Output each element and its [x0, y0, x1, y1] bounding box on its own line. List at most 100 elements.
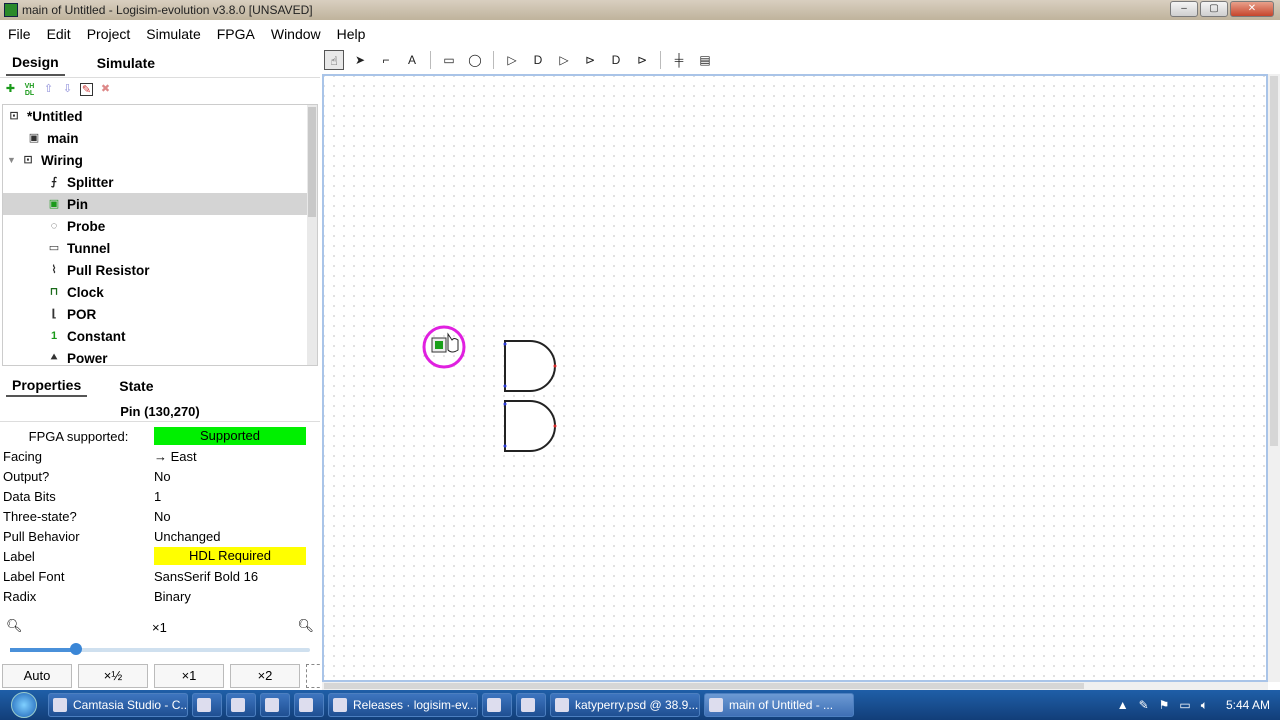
move-down-icon[interactable]: ⇩ — [61, 83, 74, 96]
tree-scroll-thumb[interactable] — [308, 107, 316, 217]
property-row: Radix Binary — [2, 586, 308, 606]
tree-item-por[interactable]: ⌊ POR — [3, 303, 317, 325]
tree-item-untitled[interactable]: ⊡ *Untitled — [3, 105, 317, 127]
poke-tool-icon[interactable]: ☝ — [324, 50, 344, 70]
and-gate-icon[interactable]: D — [528, 50, 548, 70]
menu-simulate[interactable]: Simulate — [138, 26, 208, 42]
taskbar-item[interactable]: Releases · logisim-ev... — [328, 693, 478, 717]
gate-2-input-a[interactable] — [503, 402, 507, 406]
zoom-two-button[interactable]: ×2 — [230, 664, 300, 688]
canvas-vertical-scrollbar[interactable] — [1268, 74, 1280, 682]
and-gate-1[interactable] — [504, 340, 556, 392]
canvas-horizontal-scrollbar[interactable] — [322, 682, 1268, 690]
gate-2-output[interactable] — [553, 424, 557, 428]
maximize-button[interactable]: ▢ — [1200, 1, 1228, 17]
property-row: Three-state? No — [2, 506, 308, 526]
property-value[interactable]: No — [154, 469, 306, 484]
zoom-slider[interactable] — [10, 643, 310, 655]
windows-taskbar: Camtasia Studio - C... Releases · logisim… — [0, 690, 1280, 720]
tree-scrollbar[interactable] — [307, 105, 317, 365]
property-value[interactable]: HDL Required — [154, 547, 306, 565]
buffer-icon[interactable]: ▷ — [554, 50, 574, 70]
property-value[interactable]: Supported — [154, 427, 306, 445]
property-value[interactable]: 1 — [154, 489, 306, 504]
zoom-out-icon[interactable]: 🔍︎ — [6, 618, 23, 634]
taskbar-item[interactable] — [192, 693, 222, 717]
and-gate-2[interactable] — [504, 400, 556, 452]
minimize-button[interactable]: – — [1170, 1, 1198, 17]
nor-gate-icon[interactable]: ⊳ — [632, 50, 652, 70]
tray-arrow-icon[interactable]: ▲ — [1117, 698, 1129, 712]
property-value[interactable]: Binary — [154, 589, 306, 604]
tab-simulate[interactable]: Simulate — [91, 51, 161, 75]
move-up-icon[interactable]: ⇧ — [42, 83, 55, 96]
property-value[interactable]: → East — [154, 449, 306, 464]
tree-item-clock[interactable]: ⊓ Clock — [3, 281, 317, 303]
tree-item-pull-resistor[interactable]: ⌇ Pull Resistor — [3, 259, 317, 281]
tray-pen-icon[interactable]: ✎ — [1139, 698, 1149, 712]
tree-item-constant[interactable]: 1 Constant — [3, 325, 317, 347]
input-pin-icon[interactable]: ▭ — [439, 50, 459, 70]
menu-edit[interactable]: Edit — [39, 26, 79, 42]
property-value[interactable]: SansSerif Bold 16 — [154, 569, 306, 584]
property-row: Output? No — [2, 466, 308, 486]
gate-1-output[interactable] — [553, 364, 557, 368]
text-tool-icon[interactable]: A — [402, 50, 422, 70]
taskbar-item[interactable] — [226, 693, 256, 717]
canvas-hscroll-thumb[interactable] — [324, 683, 1084, 689]
splitter-tool-icon[interactable]: ╪ — [669, 50, 689, 70]
taskbar-item[interactable] — [294, 693, 324, 717]
delete-icon[interactable]: ✖ — [99, 83, 112, 96]
tree-item-wiring[interactable]: ▼ ⊡ Wiring — [3, 149, 317, 171]
subcircuit-icon[interactable]: ▤ — [695, 50, 715, 70]
zoom-half-button[interactable]: ×½ — [78, 664, 148, 688]
menu-fpga[interactable]: FPGA — [209, 26, 263, 42]
circuit-canvas[interactable] — [322, 74, 1268, 682]
menu-file[interactable]: File — [0, 26, 39, 42]
zoom-one-button[interactable]: ×1 — [154, 664, 224, 688]
not-gate-icon[interactable]: ▷ — [502, 50, 522, 70]
menu-window[interactable]: Window — [263, 26, 329, 42]
close-button[interactable]: ✕ — [1230, 1, 1274, 17]
property-value[interactable]: No — [154, 509, 306, 524]
menu-project[interactable]: Project — [79, 26, 139, 42]
taskbar-item[interactable] — [482, 693, 512, 717]
taskbar-item[interactable] — [516, 693, 546, 717]
tab-properties[interactable]: Properties — [6, 375, 88, 397]
canvas-vscroll-thumb[interactable] — [1270, 76, 1278, 446]
wire-tool-icon[interactable]: ⌐ — [376, 50, 396, 70]
tab-state[interactable]: State — [113, 376, 159, 396]
tree-item-splitter[interactable]: ⨍ Splitter — [3, 171, 317, 193]
select-tool-icon[interactable]: ➤ — [350, 50, 370, 70]
tree-item-probe[interactable]: ◌ Probe — [3, 215, 317, 237]
tree-item-main[interactable]: ▣ main — [3, 127, 317, 149]
tree-item-tunnel[interactable]: ▭ Tunnel — [3, 237, 317, 259]
tray-volume-icon[interactable]: 🔈︎ — [1201, 698, 1208, 713]
tab-design[interactable]: Design — [6, 50, 65, 76]
tray-monitor-icon[interactable]: ▭ — [1179, 698, 1190, 712]
taskbar-item[interactable]: main of Untitled - ... — [704, 693, 854, 717]
vhdl-icon[interactable]: VH DL — [23, 83, 36, 97]
taskbar-item[interactable]: katyperry.psd @ 38.9... — [550, 693, 700, 717]
edit-icon[interactable]: ✎ — [80, 82, 93, 96]
gate-1-input-b[interactable] — [503, 384, 507, 388]
zoom-auto-button[interactable]: Auto — [2, 664, 72, 688]
property-value[interactable]: Unchanged — [154, 529, 306, 544]
menu-help[interactable]: Help — [329, 26, 374, 42]
expand-arrow-icon[interactable]: ▼ — [7, 155, 21, 165]
taskbar-item[interactable]: Camtasia Studio - C... — [48, 693, 188, 717]
start-button[interactable] — [0, 690, 48, 720]
tree-item-power[interactable]: ⯅ Power — [3, 347, 317, 366]
zoom-in-icon[interactable]: 🔍︎ — [297, 618, 314, 634]
xor-gate-icon[interactable]: ⊳ — [580, 50, 600, 70]
output-pin-icon[interactable]: ◯ — [465, 50, 485, 70]
gate-2-input-b[interactable] — [503, 444, 507, 448]
add-icon[interactable]: ✚ — [4, 83, 17, 96]
nand-gate-icon[interactable]: D — [606, 50, 626, 70]
clock[interactable]: 5:44 AM — [1226, 698, 1270, 712]
tree-item-pin[interactable]: ▣ Pin — [3, 193, 317, 215]
tray-flag-icon[interactable]: ⚑ — [1159, 698, 1170, 712]
taskbar-item[interactable] — [260, 693, 290, 717]
zoom-slider-knob[interactable] — [70, 643, 82, 655]
gate-1-input-a[interactable] — [503, 342, 507, 346]
